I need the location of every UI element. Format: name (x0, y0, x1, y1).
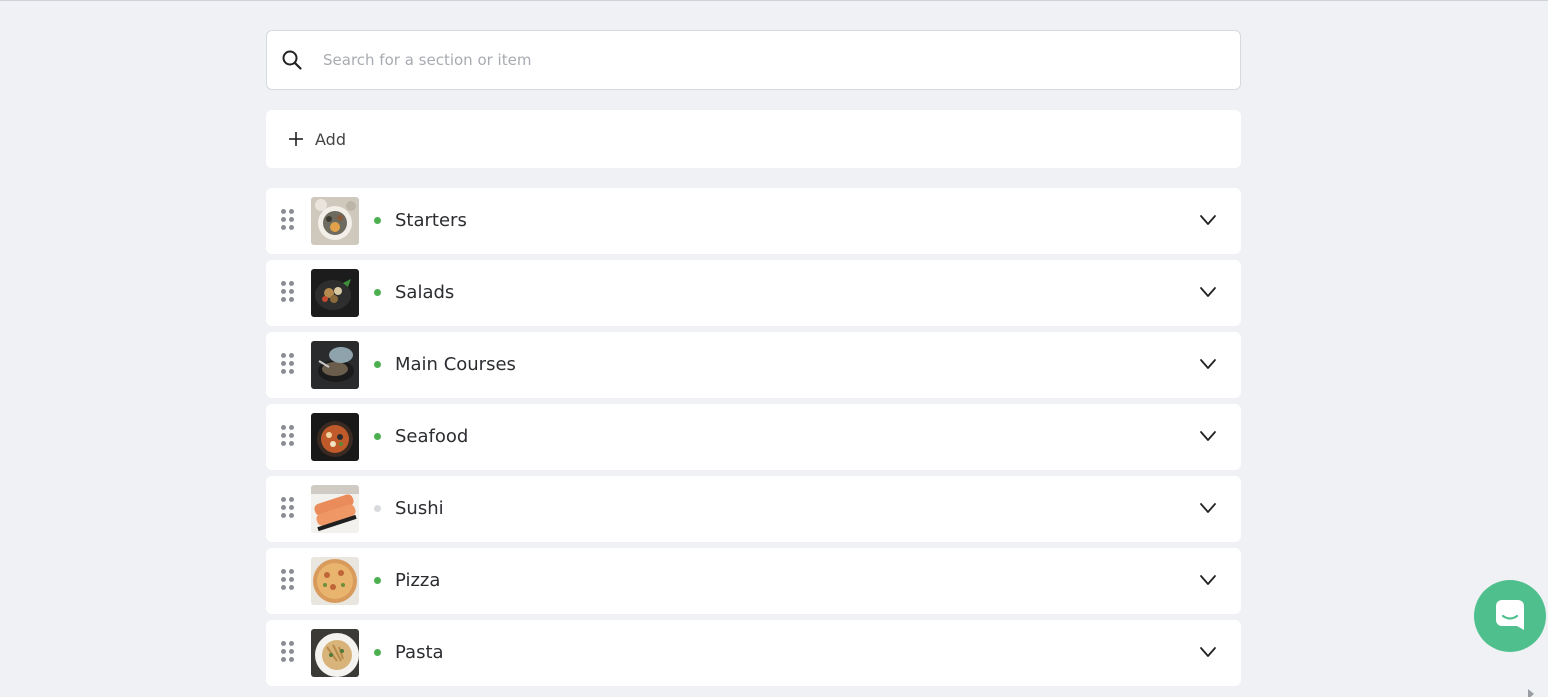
section-name: Starters (395, 210, 467, 231)
section-row[interactable]: Seafood (266, 404, 1241, 470)
status-dot (374, 217, 381, 224)
chevron-down-icon[interactable] (1199, 211, 1217, 229)
resize-corner-icon (1528, 689, 1534, 697)
drag-handle-icon[interactable] (281, 569, 294, 591)
menu-sections-container: Add Starters Salads Main Courses Seafood Sus… (266, 30, 1241, 692)
search-bar[interactable] (266, 30, 1241, 90)
drag-handle-icon[interactable] (281, 281, 294, 303)
add-label: Add (315, 129, 346, 149)
section-name: Salads (395, 282, 455, 303)
section-thumbnail (311, 557, 359, 605)
chevron-down-icon[interactable] (1199, 283, 1217, 301)
add-section-button[interactable]: Add (266, 110, 1241, 168)
section-name: Main Courses (395, 354, 516, 375)
section-thumbnail (311, 485, 359, 533)
section-row[interactable]: Pizza (266, 548, 1241, 614)
section-name: Pizza (395, 570, 441, 591)
section-row[interactable]: Sushi (266, 476, 1241, 542)
status-dot (374, 361, 381, 368)
status-dot (374, 577, 381, 584)
status-dot (374, 505, 381, 512)
status-dot (374, 289, 381, 296)
sections-list: Starters Salads Main Courses Seafood Sushi Pi… (266, 188, 1241, 686)
chevron-down-icon[interactable] (1199, 571, 1217, 589)
section-thumbnail (311, 269, 359, 317)
section-thumbnail (311, 341, 359, 389)
menu-editor-page: Add Starters Salads Main Courses Seafood Sus… (0, 0, 1548, 697)
chat-widget-button[interactable] (1474, 580, 1546, 652)
chevron-down-icon[interactable] (1199, 427, 1217, 445)
section-name: Sushi (395, 498, 444, 519)
drag-handle-icon[interactable] (281, 425, 294, 447)
drag-handle-icon[interactable] (281, 209, 294, 231)
section-row[interactable]: Pasta (266, 620, 1241, 686)
chevron-down-icon[interactable] (1199, 355, 1217, 373)
section-row[interactable]: Main Courses (266, 332, 1241, 398)
chat-icon (1493, 597, 1527, 635)
section-row[interactable]: Starters (266, 188, 1241, 254)
search-input[interactable] (321, 50, 1185, 70)
section-thumbnail (311, 197, 359, 245)
drag-handle-icon[interactable] (281, 353, 294, 375)
chevron-down-icon[interactable] (1199, 643, 1217, 661)
status-dot (374, 433, 381, 440)
drag-handle-icon[interactable] (281, 497, 294, 519)
status-dot (374, 649, 381, 656)
section-thumbnail (311, 413, 359, 461)
search-icon (280, 48, 304, 72)
plus-icon (289, 129, 305, 149)
chevron-down-icon[interactable] (1199, 499, 1217, 517)
section-thumbnail (311, 629, 359, 677)
section-name: Seafood (395, 426, 469, 447)
section-row[interactable]: Salads (266, 260, 1241, 326)
section-name: Pasta (395, 642, 444, 663)
drag-handle-icon[interactable] (281, 641, 294, 663)
